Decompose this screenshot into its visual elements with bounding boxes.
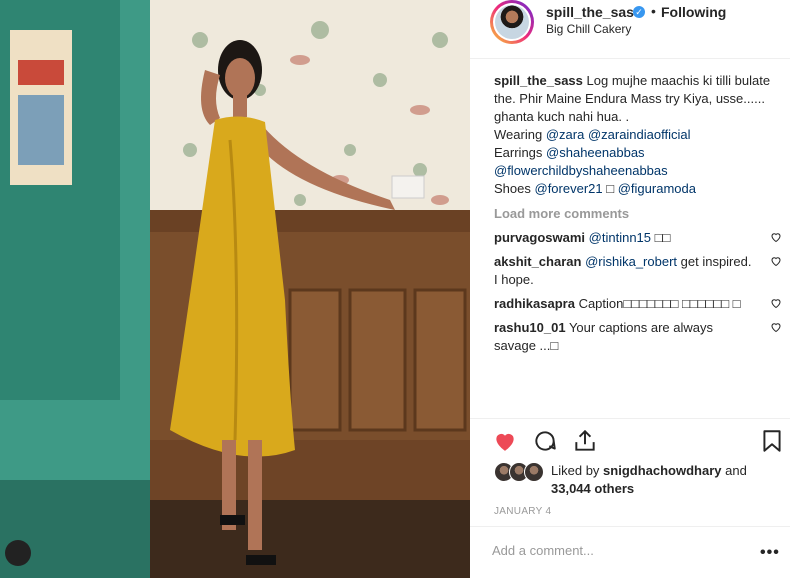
likes-count-link[interactable]: 33,044 others [551, 481, 634, 496]
mention-zaraindia-link[interactable]: @zaraindiaofficial [588, 127, 691, 142]
likes-middle: and [725, 463, 747, 478]
comment-item: purvagoswami @tintinn15 □□ [494, 229, 782, 247]
likes-prefix: Liked by [551, 463, 600, 478]
post-photo[interactable] [0, 0, 470, 578]
comment-item: radhikasapra Caption□□□□□□□ □□□□□□ □ [494, 295, 782, 313]
comment-like-heart-icon[interactable] [770, 321, 782, 333]
comment-username-link[interactable]: radhikasapra [494, 296, 575, 311]
liker-avatar[interactable] [524, 462, 544, 482]
comment-like-heart-icon[interactable] [770, 255, 782, 267]
photo-illustration [0, 0, 470, 578]
wearing-label: Wearing [494, 127, 543, 142]
comment-item: akshit_charan @rishika_robert get inspir… [494, 253, 782, 289]
add-comment-divider [470, 526, 790, 527]
comment-username-link[interactable]: purvagoswami [494, 230, 585, 245]
post-side-panel: spill_the_sass ✓ • Following Big Chill C… [470, 0, 790, 578]
verified-icon: ✓ [633, 6, 645, 18]
earrings-label: Earrings [494, 145, 543, 160]
following-button[interactable]: Following [661, 4, 726, 20]
comment-text: □□ [654, 230, 671, 245]
comment-text: Caption□□□□□□□ □□□□□□ □ [578, 296, 741, 311]
caption-username-link[interactable]: spill_the_sass [494, 73, 583, 88]
location-link[interactable]: Big Chill Cakery [546, 22, 631, 36]
load-more-comments-button[interactable]: Load more comments [494, 205, 782, 223]
mention-figuramoda-link[interactable]: @figuramoda [618, 181, 696, 196]
mention-zara-link[interactable]: @zara [546, 127, 585, 142]
shoes-label: Shoes [494, 181, 531, 196]
comment-item: rashu10_01 Your captions are always sava… [494, 319, 782, 355]
photo-tag-avatar-icon[interactable] [5, 540, 31, 566]
comment-mention-link[interactable]: @tintinn15 [589, 230, 651, 245]
comment-like-heart-icon[interactable] [770, 231, 782, 243]
actions-divider [470, 418, 790, 419]
follow-separator: • [651, 3, 656, 19]
liker-username-link[interactable]: snigdhachowdhary [603, 463, 721, 478]
header-username-link[interactable]: spill_the_sass [546, 4, 642, 20]
heart-filled-icon[interactable] [492, 428, 518, 454]
comment-like-heart-icon[interactable] [770, 297, 782, 309]
shoes-separator: □ [606, 181, 615, 196]
post-date[interactable]: JANUARY 4 [494, 506, 551, 517]
comment-mention-link[interactable]: @rishika_robert [585, 254, 677, 269]
profile-avatar[interactable] [490, 0, 534, 44]
caption: spill_the_sass Log mujhe maachis ki till… [494, 72, 782, 198]
comment-username-link[interactable]: rashu10_01 [494, 320, 566, 335]
add-comment-input[interactable] [492, 543, 742, 558]
bookmark-icon[interactable] [759, 428, 785, 454]
comment-icon[interactable] [532, 428, 558, 454]
comment-username-link[interactable]: akshit_charan [494, 254, 581, 269]
more-options-icon[interactable]: ••• [760, 544, 780, 562]
mention-forever21-link[interactable]: @forever21 [535, 181, 603, 196]
mention-flowerchild-link[interactable]: @flowerchildbyshaheenabbas [494, 163, 668, 178]
post-header: spill_the_sass ✓ • Following Big Chill C… [470, 0, 790, 59]
share-icon[interactable] [572, 428, 598, 454]
comments-section: spill_the_sass Log mujhe maachis ki till… [494, 72, 782, 361]
mention-shaheenabbas-link[interactable]: @shaheenabbas [546, 145, 645, 160]
likes-text: Liked by snigdhachowdhary and 33,044 oth… [551, 462, 790, 498]
